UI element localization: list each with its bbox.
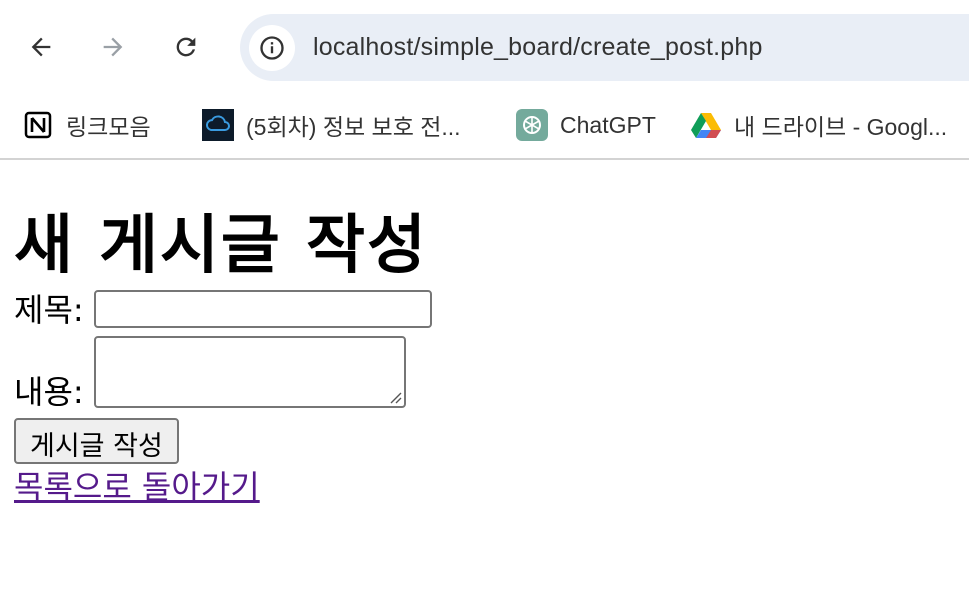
- page-content: 새 게시글 작성 제목: 내용: 게시글 작성 목록으로 돌아가기: [0, 206, 969, 508]
- resize-handle-icon[interactable]: [388, 390, 402, 404]
- title-label: 제목:: [14, 291, 84, 329]
- bookmark-chatgpt[interactable]: ChatGPT: [516, 92, 656, 158]
- bookmark-label: (5회차) 정보 보호 전...: [246, 114, 461, 140]
- google-drive-icon: [690, 109, 722, 141]
- back-arrow-icon: [31, 37, 51, 57]
- forward-arrow-icon: [103, 37, 123, 57]
- content-row: 내용:: [14, 330, 955, 412]
- page-title: 새 게시글 작성: [14, 209, 428, 283]
- cloud-icon: [202, 109, 234, 141]
- bookmarks-bar: 링크모음 (5회차) 정보 보호 전... ChatGPT 내 드라이브 - G…: [0, 92, 969, 160]
- url-text[interactable]: localhost/simple_board/create_post.php: [313, 33, 763, 62]
- reload-button[interactable]: [166, 27, 206, 67]
- bookmark-google-drive[interactable]: 내 드라이브 - Googl...: [690, 92, 947, 158]
- chatgpt-icon: [516, 109, 548, 141]
- bookmark-link-collection[interactable]: 링크모음: [22, 92, 151, 158]
- title-input[interactable]: [93, 290, 432, 328]
- back-button[interactable]: [21, 27, 61, 67]
- bookmark-label: 링크모음: [66, 114, 151, 140]
- back-to-list-link[interactable]: 목록으로 돌아가기: [14, 466, 955, 508]
- browser-toolbar: localhost/simple_board/create_post.php: [0, 0, 969, 92]
- submit-post-button[interactable]: 게시글 작성: [14, 418, 179, 464]
- title-row: 제목:: [14, 286, 955, 330]
- bookmark-label: 내 드라이브 - Googl...: [734, 114, 948, 140]
- forward-button[interactable]: [93, 27, 133, 67]
- content-textarea[interactable]: [93, 336, 406, 408]
- reload-icon: [176, 37, 196, 57]
- site-info-button[interactable]: [249, 24, 295, 71]
- notion-icon: [22, 109, 54, 141]
- bookmark-security-lecture[interactable]: (5회차) 정보 보호 전...: [202, 92, 461, 158]
- info-icon: [260, 35, 284, 60]
- content-label: 내용:: [14, 373, 84, 411]
- bookmark-label: ChatGPT: [560, 111, 656, 138]
- address-bar[interactable]: localhost/simple_board/create_post.php: [240, 14, 969, 81]
